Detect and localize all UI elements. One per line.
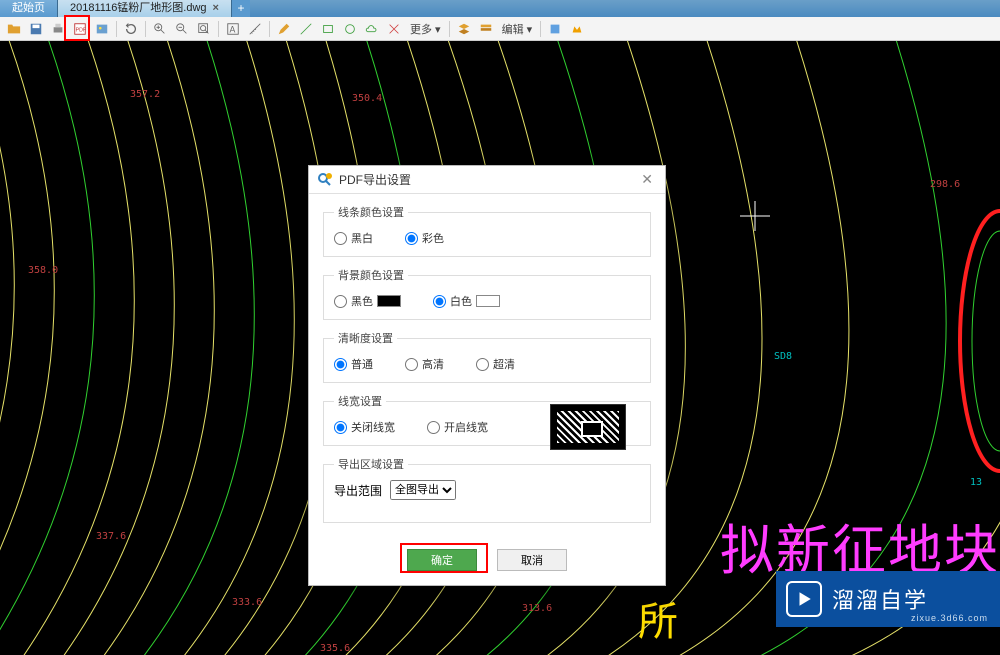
save-icon[interactable]	[26, 19, 46, 39]
toolbar: PDF A 更多 ▾ 编辑 ▾	[0, 17, 1000, 41]
elev-label: 333.6	[232, 597, 262, 608]
zoom-extent-icon[interactable]	[194, 19, 214, 39]
radio-hd[interactable]: 高清	[405, 356, 444, 372]
more-button[interactable]: 更多 ▾	[406, 21, 445, 37]
elev-label: 313.6	[522, 603, 552, 614]
rotate-icon[interactable]	[121, 19, 141, 39]
swatch-black	[377, 295, 401, 307]
radio-bw[interactable]: 黑白	[334, 230, 373, 246]
label: 13	[970, 477, 982, 488]
range-select[interactable]: 全图导出	[390, 480, 456, 500]
group-bg-color: 背景颜色设置 黑色 白色	[323, 267, 651, 320]
group-clarity: 清晰度设置 普通 高清 超清	[323, 330, 651, 383]
circle-tool-icon[interactable]	[340, 19, 360, 39]
tab-start[interactable]: 起始页	[0, 0, 58, 17]
zoom-out-icon[interactable]	[172, 19, 192, 39]
elev-label: 358.0	[28, 265, 58, 276]
rect-tool-icon[interactable]	[318, 19, 338, 39]
elev-label: 337.6	[96, 531, 126, 542]
group-region: 导出区域设置 导出范围 全图导出	[323, 456, 651, 523]
group-line-color: 线条颜色设置 黑白 彩色	[323, 204, 651, 257]
tab-start-label: 起始页	[12, 2, 45, 14]
text-tool-icon[interactable]: A	[223, 19, 243, 39]
svg-text:A: A	[230, 24, 236, 34]
radio-normal[interactable]: 普通	[334, 356, 373, 372]
cloud-tool-icon[interactable]	[362, 19, 382, 39]
play-icon	[786, 581, 822, 617]
elev-label: 350.4	[352, 93, 382, 104]
tab-add-button[interactable]: +	[232, 0, 250, 17]
vip-icon[interactable]	[567, 19, 587, 39]
ok-button[interactable]: 确定	[407, 549, 477, 571]
pencil-icon[interactable]	[274, 19, 294, 39]
pdf-dialog-icon	[317, 172, 333, 188]
swatch-white	[476, 295, 500, 307]
watermark-url: zixue.3d66.com	[911, 613, 988, 623]
range-label: 导出范围	[334, 482, 382, 499]
line-tool-icon[interactable]	[296, 19, 316, 39]
tab-file[interactable]: 20181116锰粉厂地形图.dwg ×	[58, 0, 232, 17]
settings-icon[interactable]	[545, 19, 565, 39]
dialog-title: PDF导出设置	[339, 171, 637, 188]
pdf-export-icon[interactable]: PDF	[70, 19, 90, 39]
legend-line-color: 线条颜色设置	[334, 204, 408, 220]
svg-text:PDF: PDF	[76, 27, 87, 33]
marker-label: SD8	[774, 351, 792, 362]
radio-uhd[interactable]: 超清	[476, 356, 515, 372]
watermark-brand: 溜溜自学	[832, 583, 928, 615]
cancel-button[interactable]: 取消	[497, 549, 567, 571]
image-export-icon[interactable]	[92, 19, 112, 39]
layer-manager-icon[interactable]	[476, 19, 496, 39]
close-icon[interactable]: ✕	[637, 171, 657, 188]
radio-lw-on[interactable]: 开启线宽	[427, 419, 488, 435]
legend-region: 导出区域设置	[334, 456, 408, 472]
watermark-badge: 溜溜自学 zixue.3d66.com	[776, 571, 1000, 627]
tab-close-icon[interactable]: ×	[213, 2, 219, 14]
edit-button[interactable]: 编辑 ▾	[498, 21, 537, 37]
tab-bar: 起始页 20181116锰粉厂地形图.dwg × +	[0, 0, 1000, 17]
elev-label: 335.6	[320, 643, 350, 654]
legend-line-width: 线宽设置	[334, 393, 386, 409]
zoom-in-icon[interactable]	[150, 19, 170, 39]
radio-black[interactable]: 黑色	[334, 293, 401, 309]
elev-label: 357.2	[130, 89, 160, 100]
layers-icon[interactable]	[454, 19, 474, 39]
legend-bg-color: 背景颜色设置	[334, 267, 408, 283]
measure-icon[interactable]	[245, 19, 265, 39]
overlay-text-yellow: 所	[638, 589, 678, 647]
legend-clarity: 清晰度设置	[334, 330, 397, 346]
radio-white[interactable]: 白色	[433, 293, 500, 309]
radio-color[interactable]: 彩色	[405, 230, 444, 246]
delete-icon[interactable]	[384, 19, 404, 39]
tab-file-label: 20181116锰粉厂地形图.dwg	[70, 2, 207, 14]
elev-label: 298.6	[930, 179, 960, 190]
dialog-titlebar[interactable]: PDF导出设置 ✕	[309, 166, 665, 194]
radio-lw-off[interactable]: 关闭线宽	[334, 419, 395, 435]
region-preview	[550, 404, 626, 450]
print-icon[interactable]	[48, 19, 68, 39]
open-icon[interactable]	[4, 19, 24, 39]
pdf-export-dialog: PDF导出设置 ✕ 线条颜色设置 黑白 彩色 背景颜色设置 黑色 白色 清晰度设…	[308, 165, 666, 586]
